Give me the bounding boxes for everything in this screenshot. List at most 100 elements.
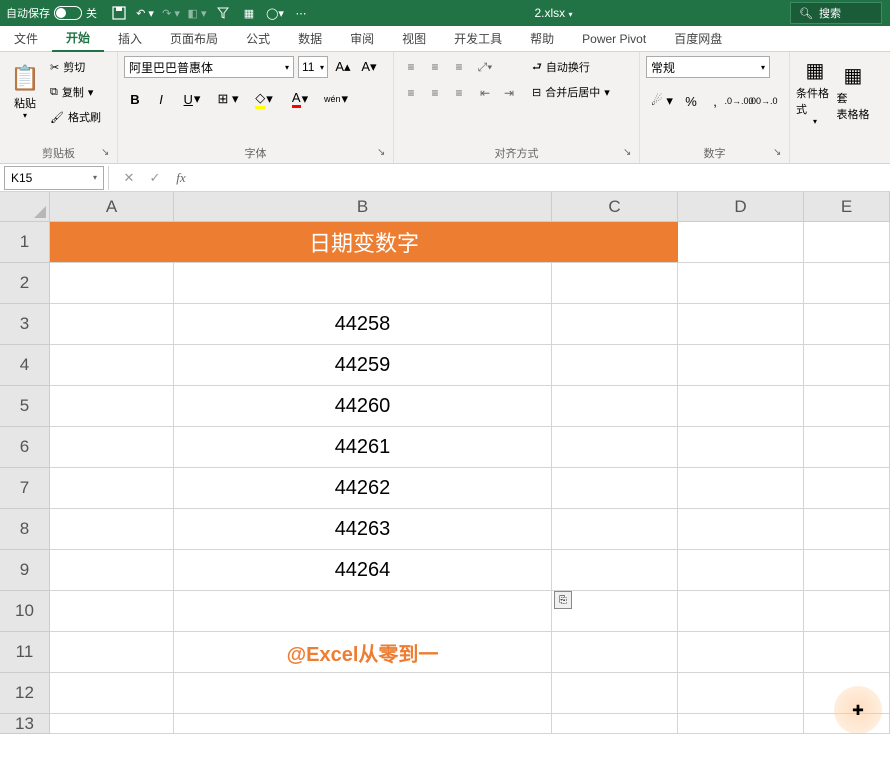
percent-button[interactable]: % xyxy=(680,90,702,112)
align-launcher-icon[interactable]: ↘ xyxy=(623,147,637,161)
cell[interactable] xyxy=(678,468,804,509)
cell[interactable] xyxy=(50,550,174,591)
col-header-A[interactable]: A xyxy=(50,192,174,222)
cell[interactable] xyxy=(174,591,552,632)
tab-view[interactable]: 视图 xyxy=(388,26,440,52)
cell[interactable] xyxy=(678,714,804,734)
row-header-9[interactable]: 9 xyxy=(0,550,50,591)
col-header-B[interactable]: B xyxy=(174,192,552,222)
font-color-button[interactable]: A ▾ xyxy=(284,88,316,110)
increase-font-icon[interactable]: A▴ xyxy=(332,56,354,78)
cell[interactable] xyxy=(174,263,552,304)
row-header-3[interactable]: 3 xyxy=(0,304,50,345)
cell[interactable] xyxy=(804,263,890,304)
cell[interactable] xyxy=(552,263,678,304)
align-right-icon[interactable]: ≡ xyxy=(448,82,470,104)
fill-color-button[interactable]: ◇ ▾ xyxy=(248,88,280,110)
cell[interactable] xyxy=(552,632,678,673)
cell[interactable] xyxy=(50,263,174,304)
clipboard-launcher-icon[interactable]: ↘ xyxy=(101,147,115,161)
cell[interactable] xyxy=(678,386,804,427)
row-header-7[interactable]: 7 xyxy=(0,468,50,509)
cell[interactable] xyxy=(552,550,678,591)
tab-home[interactable]: 开始 xyxy=(52,26,104,52)
redo-icon[interactable]: ↷ ▾ xyxy=(159,1,183,25)
comma-button[interactable]: , xyxy=(704,90,726,112)
tab-dev[interactable]: 开发工具 xyxy=(440,26,516,52)
paste-button[interactable]: 📋 粘贴 ▾ xyxy=(6,56,44,128)
cell[interactable] xyxy=(678,345,804,386)
cell[interactable] xyxy=(804,222,890,263)
row-header-10[interactable]: 10 xyxy=(0,591,50,632)
cell[interactable]: 44260 xyxy=(174,386,552,427)
cell[interactable]: @Excel从零到一 xyxy=(174,632,552,673)
number-format-select[interactable]: 常规▾ xyxy=(646,56,770,78)
cell[interactable] xyxy=(678,263,804,304)
row-header-13[interactable]: 13 xyxy=(0,714,50,734)
cell[interactable] xyxy=(50,468,174,509)
form-icon[interactable]: ▦ xyxy=(237,1,261,25)
cell[interactable] xyxy=(552,304,678,345)
cell[interactable]: 44259 xyxy=(174,345,552,386)
cell[interactable] xyxy=(678,632,804,673)
row-header-8[interactable]: 8 xyxy=(0,509,50,550)
enter-formula-icon[interactable]: ✓ xyxy=(142,166,168,190)
cell[interactable] xyxy=(678,591,804,632)
decrease-decimal-icon[interactable]: .00→.0 xyxy=(752,90,774,112)
format-painter-button[interactable]: 🖌格式刷 xyxy=(48,106,103,128)
row-header-12[interactable]: 12 xyxy=(0,673,50,714)
autosave-toggle[interactable]: 自动保存 关 xyxy=(0,5,103,21)
cell[interactable] xyxy=(804,304,890,345)
undo-icon[interactable]: ↶ ▾ xyxy=(133,1,157,25)
indent-increase-icon[interactable]: ⇥ xyxy=(498,82,520,104)
cell[interactable] xyxy=(804,632,890,673)
border-button[interactable]: ⊞ ▾ xyxy=(212,88,244,110)
font-family-select[interactable]: 阿里巴巴普惠体▾ xyxy=(124,56,294,78)
cell[interactable] xyxy=(804,427,890,468)
italic-button[interactable]: I xyxy=(150,88,172,110)
cell[interactable] xyxy=(50,714,174,734)
cell[interactable] xyxy=(678,304,804,345)
cell[interactable]: 44261 xyxy=(174,427,552,468)
paste-options-icon[interactable]: ⎘ xyxy=(554,591,572,609)
orientation-icon[interactable]: ⤢▾ xyxy=(474,56,496,78)
cell[interactable] xyxy=(50,591,174,632)
cell[interactable] xyxy=(552,509,678,550)
cell[interactable]: 44263 xyxy=(174,509,552,550)
cell[interactable] xyxy=(678,550,804,591)
tab-insert[interactable]: 插入 xyxy=(104,26,156,52)
tab-review[interactable]: 审阅 xyxy=(336,26,388,52)
align-top-icon[interactable]: ≡ xyxy=(400,56,422,78)
cell[interactable] xyxy=(804,550,890,591)
cell[interactable] xyxy=(552,714,678,734)
bold-button[interactable]: B xyxy=(124,88,146,110)
cell[interactable] xyxy=(50,673,174,714)
row-header-2[interactable]: 2 xyxy=(0,263,50,304)
underline-button[interactable]: U ▾ xyxy=(176,88,208,110)
save-icon[interactable] xyxy=(107,1,131,25)
font-size-select[interactable]: 11▾ xyxy=(298,56,328,78)
cell[interactable]: 44258 xyxy=(174,304,552,345)
cell[interactable] xyxy=(50,632,174,673)
fx-icon[interactable]: fx xyxy=(168,166,194,190)
filter-icon[interactable] xyxy=(211,1,235,25)
cell[interactable] xyxy=(552,427,678,468)
tab-file[interactable]: 文件 xyxy=(0,26,52,52)
cell[interactable]: 44264 xyxy=(174,550,552,591)
tab-help[interactable]: 帮助 xyxy=(516,26,568,52)
cell[interactable] xyxy=(50,304,174,345)
cell[interactable] xyxy=(678,427,804,468)
row-header-4[interactable]: 4 xyxy=(0,345,50,386)
cell[interactable] xyxy=(50,386,174,427)
row-header-5[interactable]: 5 xyxy=(0,386,50,427)
tab-formulas[interactable]: 公式 xyxy=(232,26,284,52)
indent-decrease-icon[interactable]: ⇤ xyxy=(474,82,496,104)
format-table-button[interactable]: ▦ 套 表格格 xyxy=(838,56,868,128)
select-all-corner[interactable] xyxy=(0,192,50,222)
col-header-D[interactable]: D xyxy=(678,192,804,222)
cell[interactable] xyxy=(678,222,804,263)
cell[interactable] xyxy=(50,427,174,468)
col-header-E[interactable]: E xyxy=(804,192,890,222)
currency-button[interactable]: ☄ ▾ xyxy=(646,90,678,112)
font-launcher-icon[interactable]: ↘ xyxy=(377,147,391,161)
